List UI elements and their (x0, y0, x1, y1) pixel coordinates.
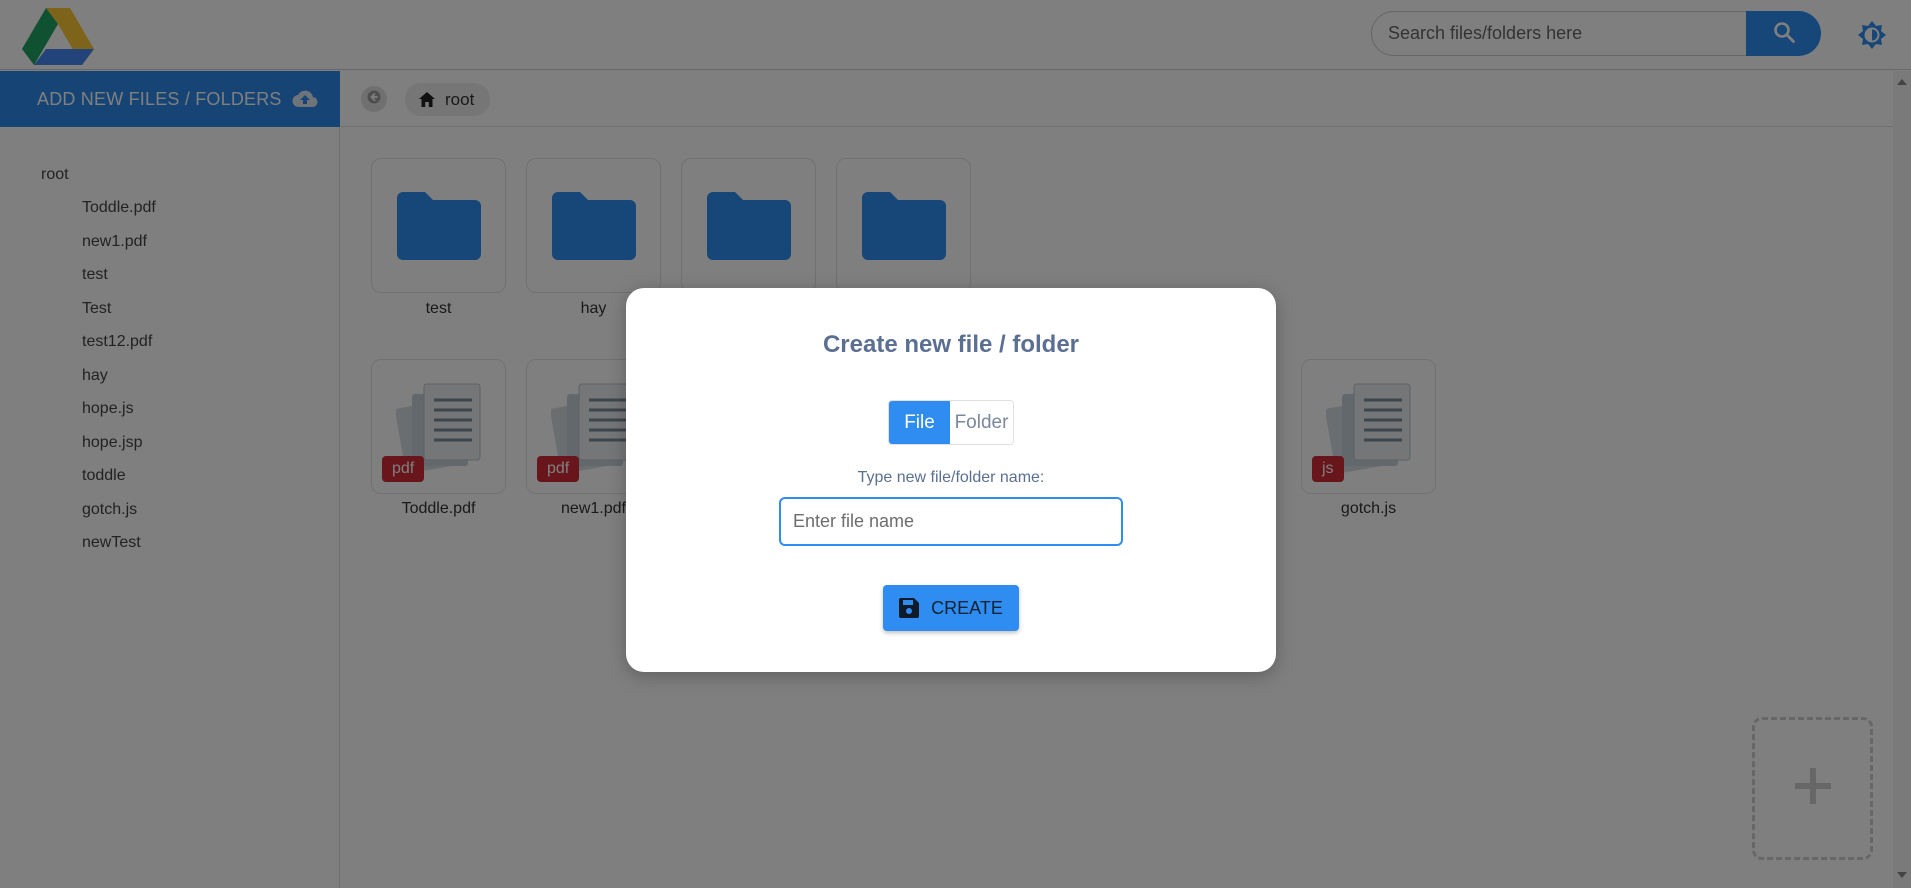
toggle-file-option[interactable]: File (889, 401, 950, 444)
file-name-input[interactable] (779, 497, 1123, 546)
create-dialog: Create new file / folder File Folder Typ… (626, 288, 1276, 672)
create-label: CREATE (931, 597, 1003, 618)
type-toggle: File Folder (888, 400, 1014, 445)
create-button[interactable]: CREATE (883, 585, 1019, 631)
name-field-label: Type new file/folder name: (857, 469, 1045, 486)
dialog-title: Create new file / folder (822, 331, 1080, 358)
save-icon (899, 598, 920, 618)
toggle-folder-option[interactable]: Folder (950, 401, 1013, 444)
